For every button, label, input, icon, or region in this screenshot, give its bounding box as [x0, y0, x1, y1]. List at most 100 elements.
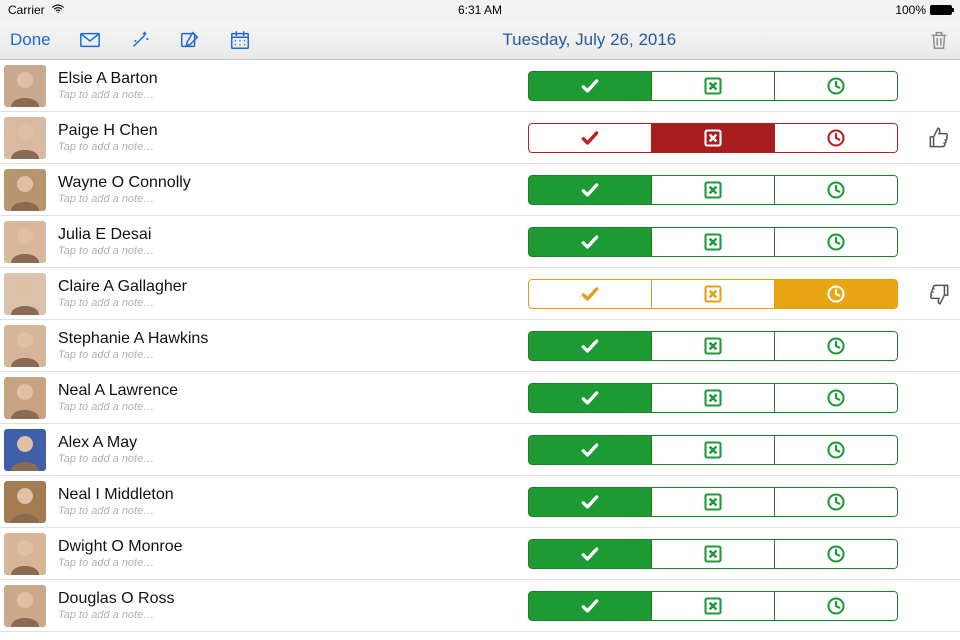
- person-name: Paige H Chen: [58, 122, 528, 140]
- list-item[interactable]: Dwight O MonroeTap to add a note…: [0, 528, 960, 580]
- note-placeholder[interactable]: Tap to add a note…: [58, 453, 528, 465]
- list-item[interactable]: Neal I MiddletonTap to add a note…: [0, 476, 960, 528]
- attendance-list: Elsie A BartonTap to add a note…Paige H …: [0, 60, 960, 640]
- segment-check[interactable]: [528, 487, 652, 517]
- compose-icon[interactable]: [179, 29, 201, 51]
- segment-check[interactable]: [528, 175, 652, 205]
- status-segment-control: [528, 591, 898, 621]
- segment-clock[interactable]: [775, 71, 898, 101]
- segment-clock[interactable]: [775, 487, 898, 517]
- battery-icon: [930, 5, 952, 15]
- person-name: Neal A Lawrence: [58, 382, 528, 400]
- list-item[interactable]: Claire A GallagherTap to add a note…: [0, 268, 960, 320]
- list-item[interactable]: Elsie A BartonTap to add a note…: [0, 60, 960, 112]
- avatar: [4, 429, 46, 471]
- segment-check[interactable]: [528, 123, 652, 153]
- trash-icon[interactable]: [928, 29, 950, 51]
- status-bar: Carrier 6:31 AM 100%: [0, 0, 960, 20]
- calendar-icon[interactable]: [229, 29, 251, 51]
- person-name: Douglas O Ross: [58, 590, 528, 608]
- list-item[interactable]: Douglas O RossTap to add a note…: [0, 580, 960, 632]
- avatar: [4, 273, 46, 315]
- segment-check[interactable]: [528, 279, 652, 309]
- segment-cross[interactable]: [652, 435, 775, 465]
- segment-clock[interactable]: [775, 591, 898, 621]
- status-segment-control: [528, 383, 898, 413]
- list-item[interactable]: Julia E DesaiTap to add a note…: [0, 216, 960, 268]
- avatar: [4, 169, 46, 211]
- person-name: Dwight O Monroe: [58, 538, 528, 556]
- status-segment-control: [528, 331, 898, 361]
- note-placeholder[interactable]: Tap to add a note…: [58, 245, 528, 257]
- toolbar-date[interactable]: Tuesday, July 26, 2016: [273, 30, 906, 50]
- segment-cross[interactable]: [652, 227, 775, 257]
- note-placeholder[interactable]: Tap to add a note…: [58, 505, 528, 517]
- avatar: [4, 585, 46, 627]
- status-segment-control: [528, 487, 898, 517]
- segment-cross[interactable]: [652, 487, 775, 517]
- person-name: Julia E Desai: [58, 226, 528, 244]
- segment-clock[interactable]: [775, 435, 898, 465]
- status-segment-control: [528, 227, 898, 257]
- note-placeholder[interactable]: Tap to add a note…: [58, 297, 528, 309]
- person-name: Alex A May: [58, 434, 528, 452]
- segment-cross[interactable]: [652, 175, 775, 205]
- segment-cross[interactable]: [652, 123, 775, 153]
- toolbar: Done Tuesday, July 26, 2016: [0, 20, 960, 60]
- note-placeholder[interactable]: Tap to add a note…: [58, 609, 528, 621]
- status-segment-control: [528, 123, 898, 153]
- thumbs-up-icon[interactable]: [918, 125, 960, 151]
- status-segment-control: [528, 435, 898, 465]
- note-placeholder[interactable]: Tap to add a note…: [58, 557, 528, 569]
- segment-check[interactable]: [528, 383, 652, 413]
- status-segment-control: [528, 71, 898, 101]
- note-placeholder[interactable]: Tap to add a note…: [58, 349, 528, 361]
- segment-clock[interactable]: [775, 175, 898, 205]
- segment-check[interactable]: [528, 227, 652, 257]
- list-item[interactable]: Stephanie A HawkinsTap to add a note…: [0, 320, 960, 372]
- segment-check[interactable]: [528, 591, 652, 621]
- person-name: Claire A Gallagher: [58, 278, 528, 296]
- avatar: [4, 221, 46, 263]
- segment-clock[interactable]: [775, 539, 898, 569]
- list-item[interactable]: Paige H ChenTap to add a note…: [0, 112, 960, 164]
- wand-icon[interactable]: [129, 29, 151, 51]
- segment-cross[interactable]: [652, 71, 775, 101]
- segment-check[interactable]: [528, 539, 652, 569]
- list-item[interactable]: Alex A MayTap to add a note…: [0, 424, 960, 476]
- note-placeholder[interactable]: Tap to add a note…: [58, 141, 528, 153]
- segment-cross[interactable]: [652, 383, 775, 413]
- avatar: [4, 533, 46, 575]
- segment-clock[interactable]: [775, 331, 898, 361]
- note-placeholder[interactable]: Tap to add a note…: [58, 193, 528, 205]
- wifi-icon: [51, 2, 65, 19]
- list-item[interactable]: Wayne O ConnollyTap to add a note…: [0, 164, 960, 216]
- note-placeholder[interactable]: Tap to add a note…: [58, 89, 528, 101]
- segment-check[interactable]: [528, 71, 652, 101]
- segment-check[interactable]: [528, 331, 652, 361]
- note-placeholder[interactable]: Tap to add a note…: [58, 401, 528, 413]
- avatar: [4, 65, 46, 107]
- status-segment-control: [528, 279, 898, 309]
- person-name: Stephanie A Hawkins: [58, 330, 528, 348]
- status-time: 6:31 AM: [323, 3, 638, 17]
- person-name: Elsie A Barton: [58, 70, 528, 88]
- avatar: [4, 377, 46, 419]
- thumbs-down-icon[interactable]: [918, 281, 960, 307]
- segment-cross[interactable]: [652, 279, 775, 309]
- done-button[interactable]: Done: [10, 30, 51, 50]
- segment-clock[interactable]: [775, 227, 898, 257]
- person-name: Wayne O Connolly: [58, 174, 528, 192]
- segment-clock[interactable]: [775, 383, 898, 413]
- segment-clock[interactable]: [775, 123, 898, 153]
- segment-cross[interactable]: [652, 591, 775, 621]
- mail-icon[interactable]: [79, 29, 101, 51]
- avatar: [4, 117, 46, 159]
- segment-clock[interactable]: [775, 279, 898, 309]
- segment-cross[interactable]: [652, 331, 775, 361]
- segment-check[interactable]: [528, 435, 652, 465]
- list-item[interactable]: Neal A LawrenceTap to add a note…: [0, 372, 960, 424]
- status-segment-control: [528, 539, 898, 569]
- battery-percent: 100%: [895, 3, 926, 17]
- segment-cross[interactable]: [652, 539, 775, 569]
